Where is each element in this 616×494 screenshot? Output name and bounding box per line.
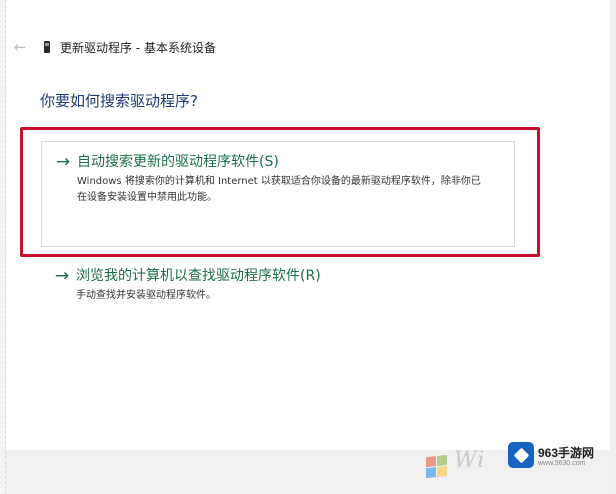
watermark-text: Wi — [454, 448, 486, 473]
option-title: 浏览我的计算机以查找驱动程序软件(R) — [76, 268, 321, 284]
device-icon — [44, 41, 50, 53]
highlight-annotation-box — [20, 127, 540, 257]
arrow-right-icon: → — [54, 266, 70, 286]
site-logo-icon — [508, 442, 534, 468]
back-arrow-icon[interactable]: ← — [8, 35, 32, 59]
site-watermark: Wi 963手游网 www.9630.com — [420, 436, 616, 494]
window-title: 更新驱动程序 - 基本系统设备 — [60, 40, 216, 55]
background-window-edge — [610, 0, 616, 494]
browse-computer-option[interactable]: → 浏览我的计算机以查找驱动程序软件(R) 手动查找并安装驱动程序软件。 — [41, 262, 515, 318]
windows-logo-icon — [426, 454, 448, 479]
site-name: 963手游网 — [538, 446, 595, 460]
site-url: www.9630.com — [538, 460, 586, 467]
title-bar: ← 更新驱动程序 - 基本系统设备 — [6, 34, 566, 60]
page-heading: 你要如何搜索驱动程序? — [40, 92, 198, 110]
option-description: 手动查找并安装驱动程序软件。 — [76, 290, 216, 301]
